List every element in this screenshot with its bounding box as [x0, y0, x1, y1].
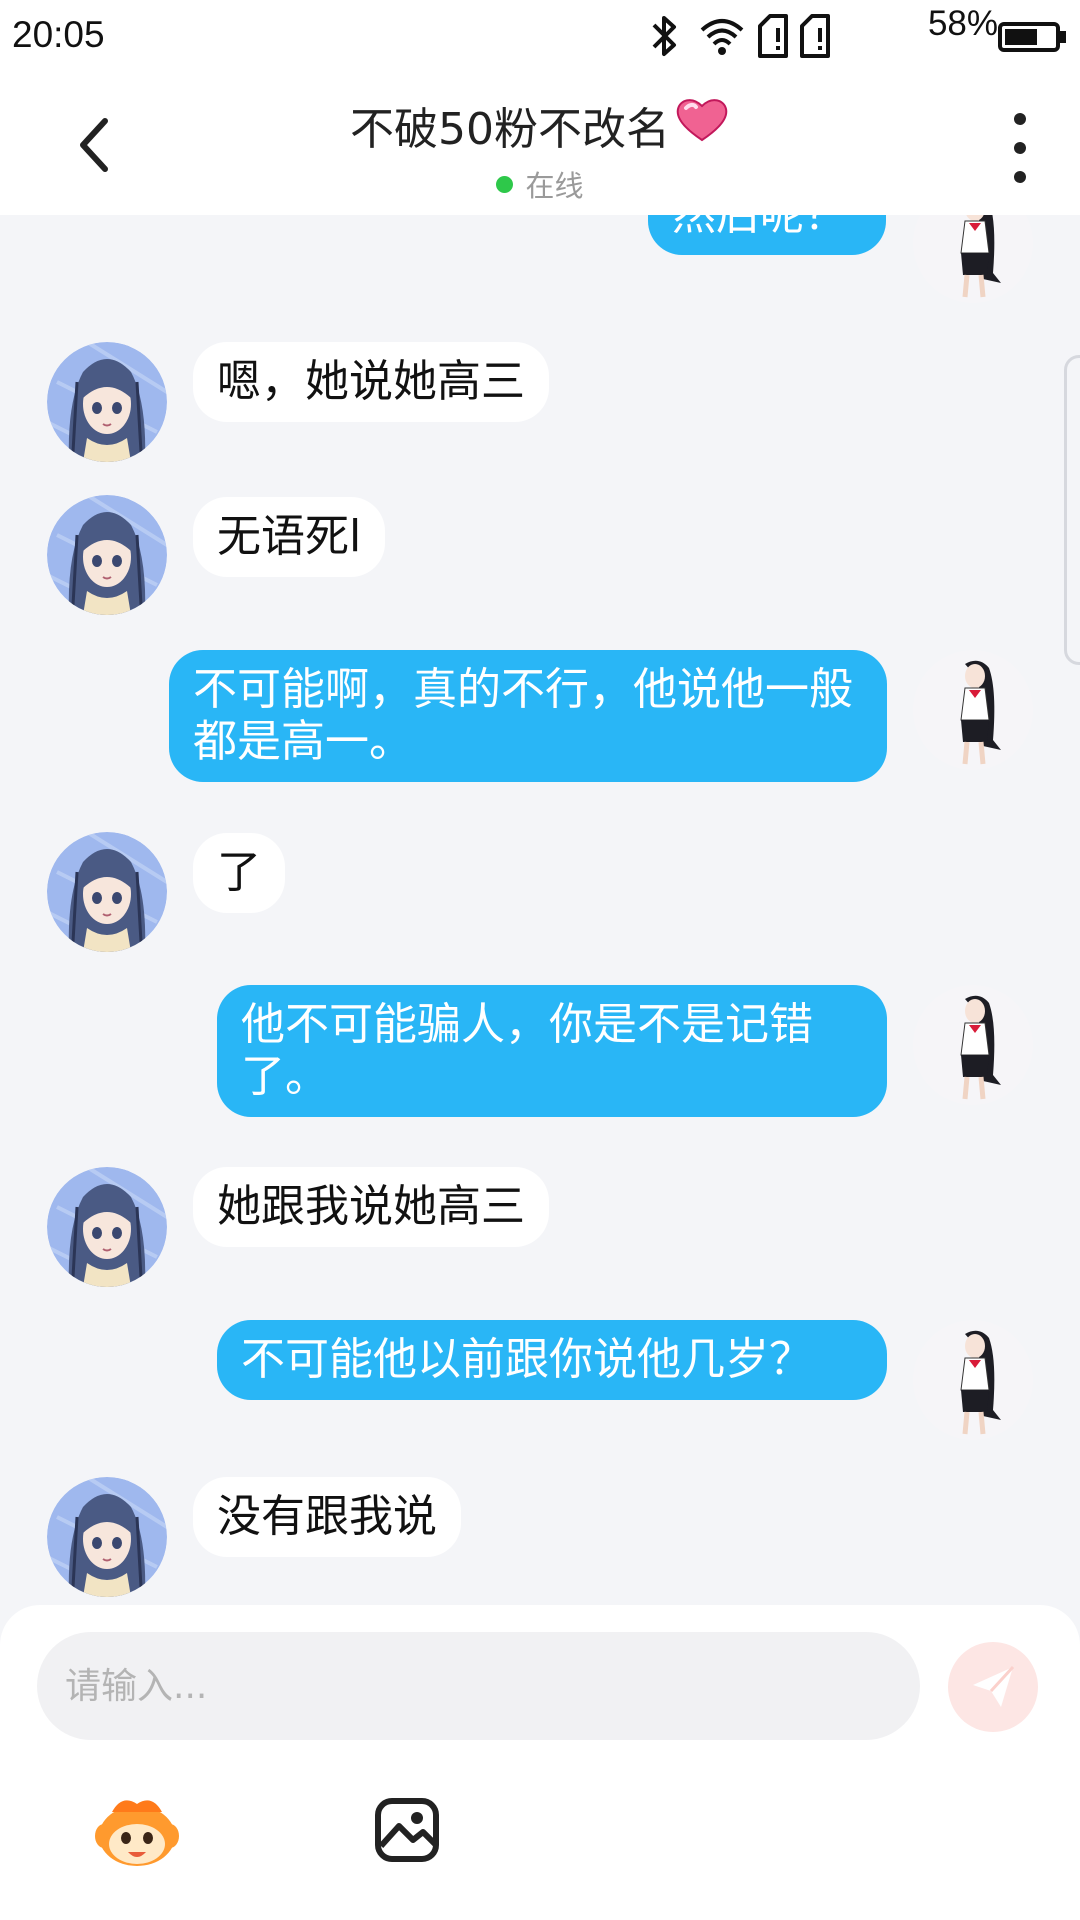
message-input[interactable]: [37, 1632, 920, 1740]
avatar[interactable]: [47, 495, 167, 615]
avatar[interactable]: [913, 650, 1033, 770]
status-bar: 20:05 58%: [0, 0, 1080, 75]
message-bubble[interactable]: 嗯，她说她高三: [193, 342, 549, 422]
message-bubble[interactable]: 没有跟我说: [193, 1477, 461, 1557]
more-options-button[interactable]: [1000, 113, 1040, 183]
wifi-icon: [700, 19, 744, 55]
avatar[interactable]: [47, 1167, 167, 1287]
page-title: 不破50粉不改名: [350, 93, 730, 157]
composer: [0, 1605, 1080, 1920]
message-bubble[interactable]: 无语死l: [193, 497, 386, 577]
avatar[interactable]: [913, 1320, 1033, 1440]
status-time: 20:05: [12, 14, 105, 55]
online-dot-icon: [496, 175, 514, 193]
avatar[interactable]: [47, 342, 167, 462]
avatar[interactable]: [47, 832, 167, 952]
send-button[interactable]: [948, 1642, 1038, 1732]
message-bubble[interactable]: 她跟我说她高三: [193, 1167, 549, 1247]
status-icons: [648, 12, 1068, 62]
battery-icon: [998, 22, 1066, 52]
message-bubble[interactable]: 不可能他以前跟你说他几岁？: [217, 1320, 887, 1400]
message-bubble[interactable]: 了: [193, 833, 285, 913]
send-icon: [973, 1665, 1015, 1707]
online-status-label: 在线: [525, 169, 584, 203]
message-bubble[interactable]: 不可能啊，真的不行，他说他一般都是高一。: [169, 650, 887, 782]
emoji-mascot-icon: [95, 1800, 179, 1866]
message-outgoing: 然后呢？: [0, 215, 1080, 275]
avatar[interactable]: [913, 215, 1033, 303]
avatar[interactable]: [47, 1477, 167, 1597]
message-bubble[interactable]: 然后呢？: [648, 215, 886, 255]
battery-percent: 58%: [927, 4, 998, 43]
message-list[interactable]: 然后呢？ 嗯，她说她高三 无语死l 不可能啊，真的不行，他说他一般都是高一。 了…: [0, 215, 1080, 1605]
image-icon: [375, 1798, 439, 1862]
sim1-icon: [758, 14, 788, 58]
emoji-button[interactable]: [92, 1785, 182, 1875]
bluetooth-icon: [652, 16, 676, 56]
sim2-icon: [800, 14, 830, 58]
heart-icon: [674, 96, 730, 155]
image-button[interactable]: [362, 1785, 452, 1875]
message-bubble[interactable]: 他不可能骗人，你是不是记错了。: [217, 985, 887, 1117]
title-block: 不破50粉不改名 在线: [0, 93, 1080, 205]
chat-header: 不破50粉不改名 在线: [0, 75, 1080, 215]
avatar[interactable]: [913, 985, 1033, 1105]
online-status: 在线: [0, 163, 1080, 205]
more-dot-icon: [1014, 113, 1026, 125]
title-text: 不破50粉不改名: [350, 104, 670, 155]
more-dot-icon: [1014, 171, 1026, 183]
more-dot-icon: [1014, 142, 1026, 154]
scroll-handle[interactable]: [1064, 355, 1080, 665]
